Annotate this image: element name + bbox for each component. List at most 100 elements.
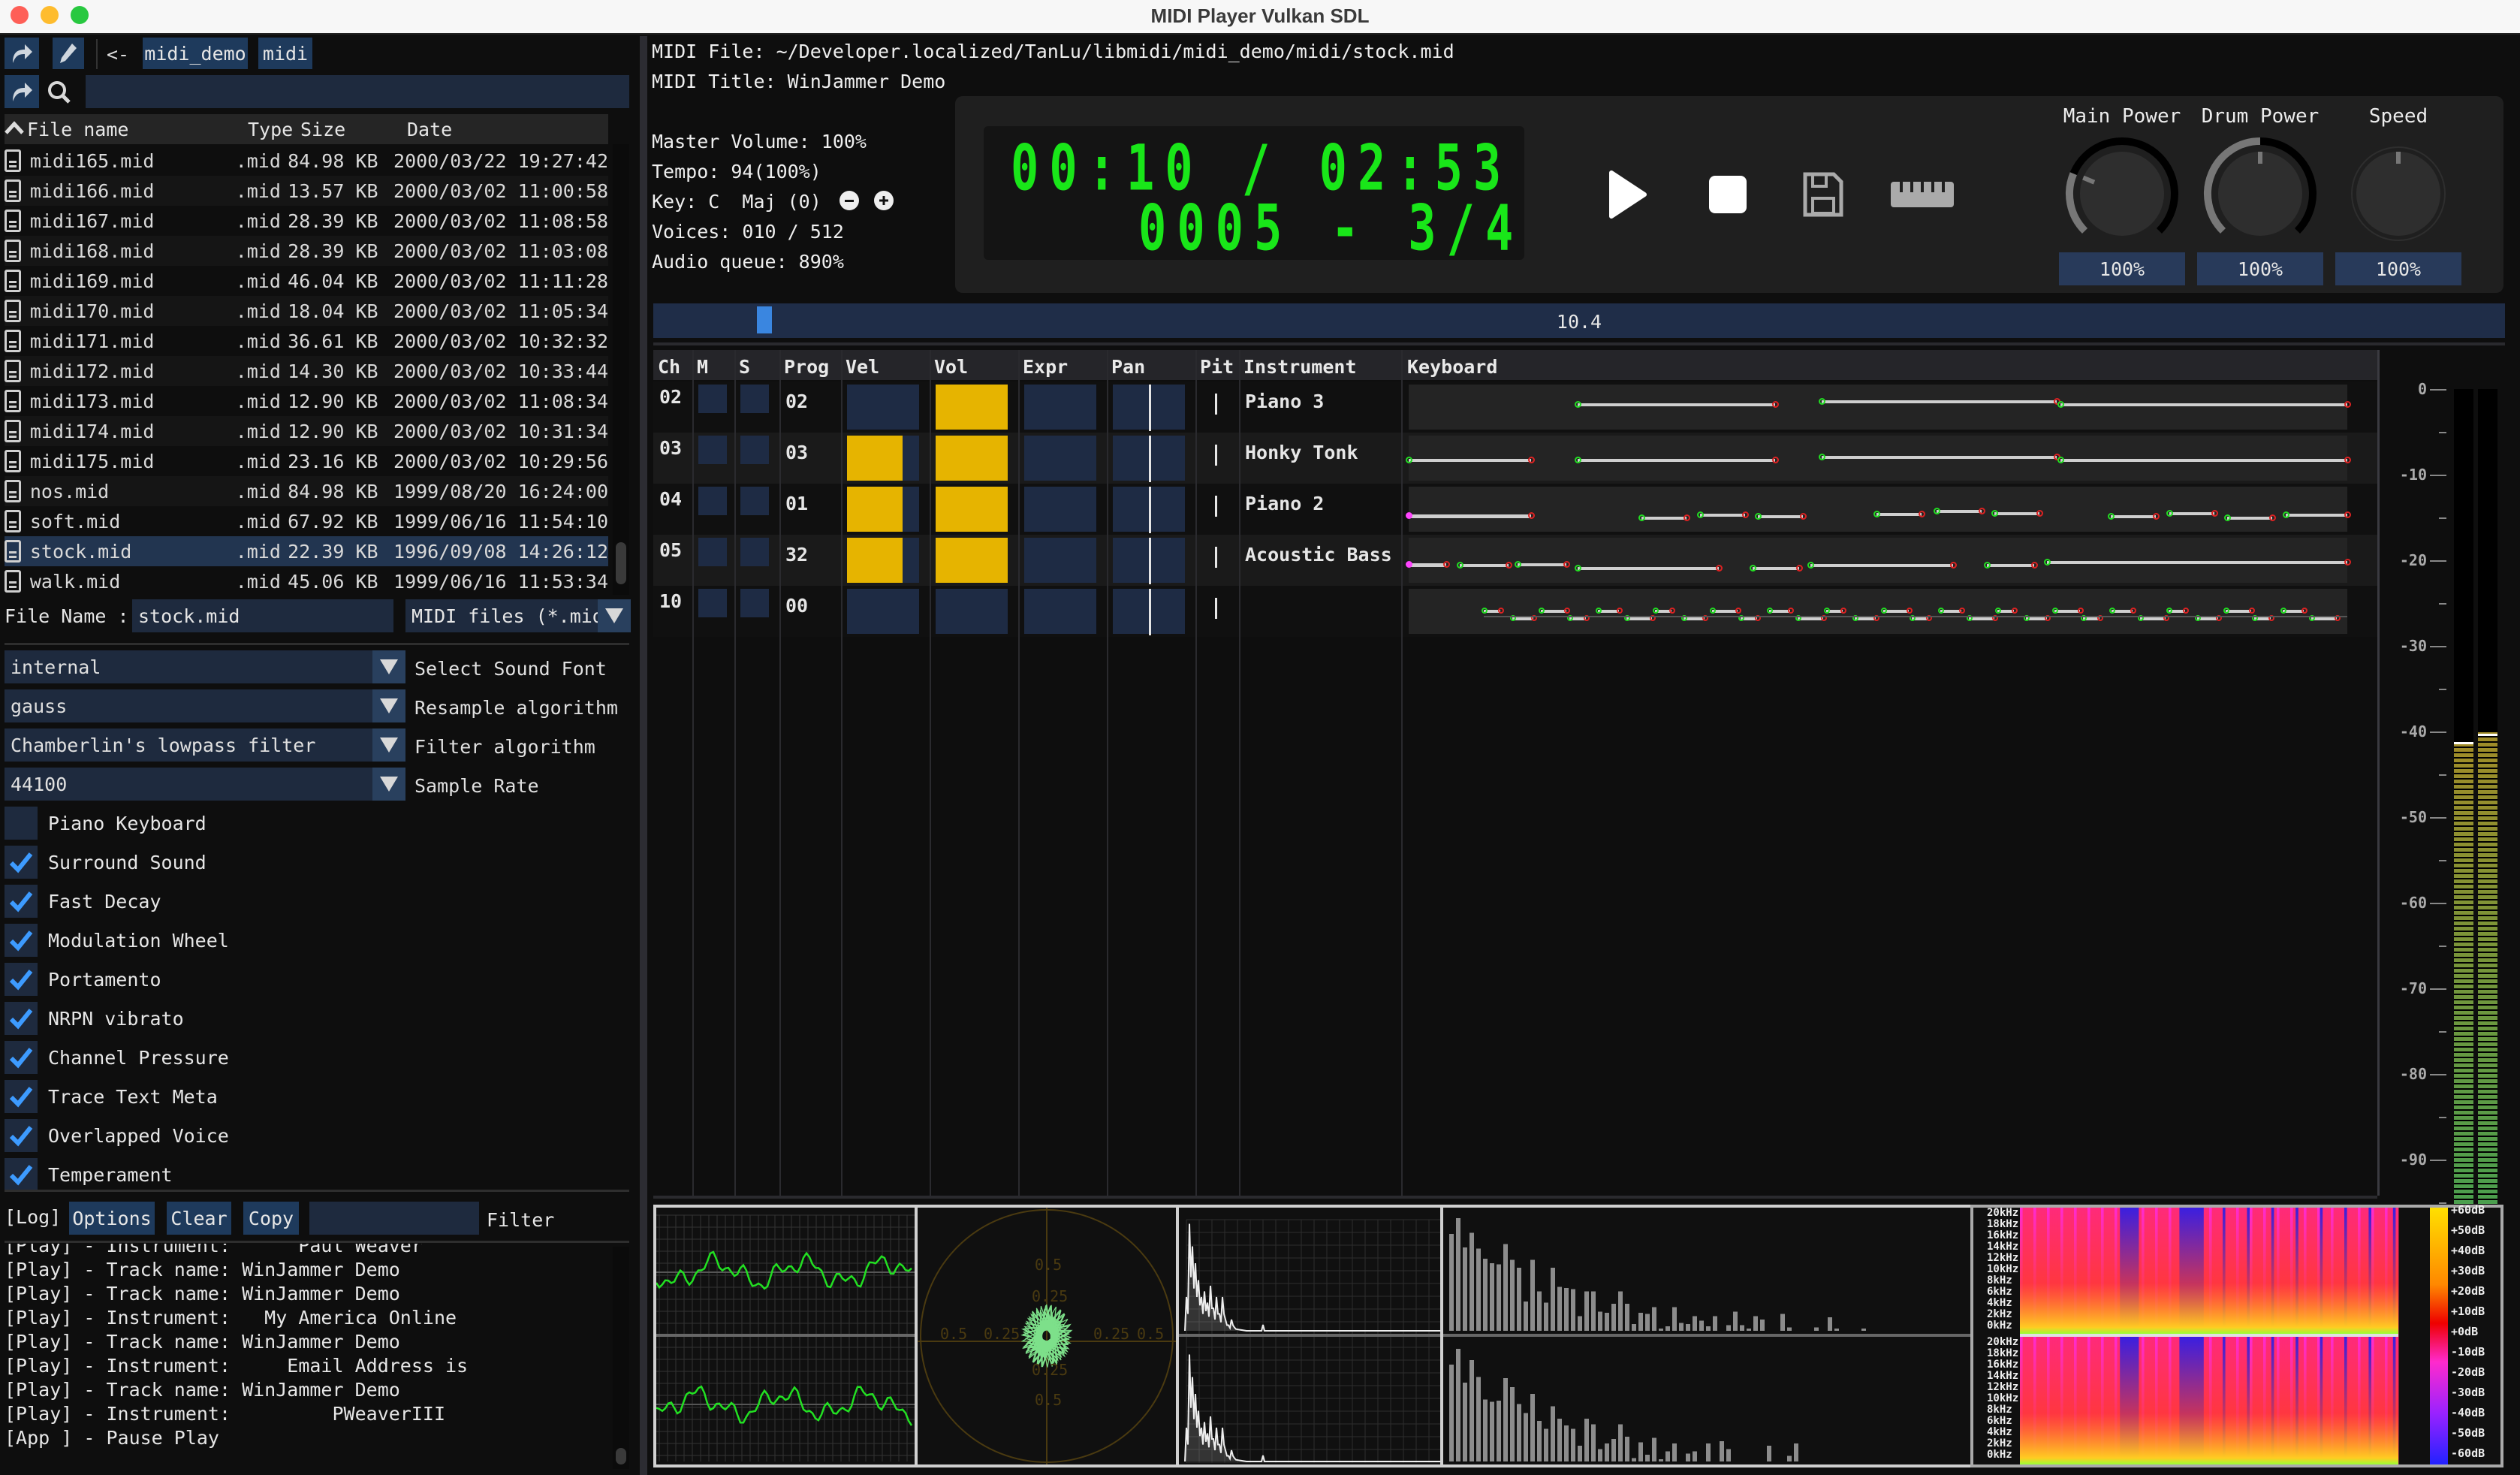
sort-ascending-icon[interactable] xyxy=(5,119,24,140)
column-separator[interactable] xyxy=(1195,350,1197,1196)
file-row[interactable]: midi169.mid .mid 46.04 KB 2000/03/02 11:… xyxy=(5,266,608,296)
column-header-file-name[interactable]: File name xyxy=(27,120,128,139)
file-row[interactable]: nos.mid .mid 84.98 KB 1999/08/20 16:24:0… xyxy=(5,476,608,506)
settings-combo[interactable]: Chamberlin's lowpass filter xyxy=(5,728,405,762)
checkbox-box[interactable] xyxy=(5,1119,38,1152)
log-options-button[interactable]: Options xyxy=(69,1202,155,1235)
mute-toggle[interactable] xyxy=(698,589,727,617)
file-row[interactable]: midi173.mid .mid 12.90 KB 2000/03/02 11:… xyxy=(5,386,608,416)
column-separator[interactable] xyxy=(779,350,781,1196)
mute-toggle[interactable] xyxy=(698,436,727,464)
solo-toggle[interactable] xyxy=(740,538,769,566)
column-separator[interactable] xyxy=(692,350,694,1196)
column-header-size[interactable]: Size xyxy=(300,120,345,139)
expression-meter[interactable] xyxy=(1024,436,1096,481)
file-list-scrollbar[interactable] xyxy=(613,144,629,595)
settings-checkbox[interactable]: Temperament xyxy=(5,1158,173,1191)
column-separator[interactable] xyxy=(930,350,931,1196)
panel-splitter[interactable] xyxy=(640,36,647,1475)
settings-checkbox[interactable]: Fast Decay xyxy=(5,885,161,918)
log-clear-button[interactable]: Clear xyxy=(167,1202,231,1235)
stop-button[interactable] xyxy=(1709,176,1747,213)
column-separator[interactable] xyxy=(1018,350,1020,1196)
path-back-button[interactable]: <- xyxy=(107,45,129,64)
settings-combo[interactable]: internal xyxy=(5,650,405,683)
settings-combo[interactable]: gauss xyxy=(5,689,405,722)
save-button[interactable] xyxy=(1802,171,1844,222)
channel-column-header[interactable]: Expr xyxy=(1023,356,1068,378)
column-separator[interactable] xyxy=(841,350,843,1196)
mute-toggle[interactable] xyxy=(698,538,727,566)
position-slider[interactable]: 10.4 xyxy=(653,303,2505,338)
column-separator[interactable] xyxy=(1107,350,1108,1196)
log-scrollbar[interactable] xyxy=(613,1247,629,1469)
channel-column-header[interactable]: Pit xyxy=(1200,356,1234,378)
checkbox-box[interactable] xyxy=(5,885,38,918)
checkbox-box[interactable] xyxy=(5,846,38,879)
key-decrease-button[interactable] xyxy=(839,191,859,210)
settings-checkbox[interactable]: Piano Keyboard xyxy=(5,807,206,840)
file-row[interactable]: midi171.mid .mid 36.61 KB 2000/03/02 10:… xyxy=(5,326,608,356)
checkbox-box[interactable] xyxy=(5,1002,38,1035)
file-filter-select[interactable]: MIDI files (*.mid xyxy=(405,599,631,632)
log-filter-input[interactable] xyxy=(309,1202,479,1235)
edit-path-button[interactable] xyxy=(53,38,84,69)
knob[interactable] xyxy=(2200,134,2320,258)
knob-dial[interactable] xyxy=(2338,134,2458,254)
file-row[interactable]: midi174.mid .mid 12.90 KB 2000/03/02 10:… xyxy=(5,416,608,446)
volume-meter[interactable] xyxy=(936,589,1008,634)
channel-column-header[interactable]: Vel xyxy=(846,356,879,378)
file-name-input[interactable]: stock.mid xyxy=(132,599,393,632)
knob-dial[interactable] xyxy=(2200,134,2320,254)
checkbox-box[interactable] xyxy=(5,807,38,840)
column-header-type[interactable]: Type xyxy=(248,120,293,139)
expression-meter[interactable] xyxy=(1024,538,1096,583)
key-increase-button[interactable] xyxy=(874,191,894,210)
settings-checkbox[interactable]: Overlapped Voice xyxy=(5,1119,229,1152)
expression-meter[interactable] xyxy=(1024,487,1096,532)
mute-toggle[interactable] xyxy=(698,385,727,413)
file-row[interactable]: midi166.mid .mid 13.57 KB 2000/03/02 11:… xyxy=(5,176,608,206)
knob-value-input[interactable]: 100% xyxy=(2197,252,2323,285)
knob[interactable] xyxy=(2338,134,2458,258)
log-scroll-thumb[interactable] xyxy=(616,1448,626,1464)
breadcrumb-midi-demo[interactable]: midi_demo xyxy=(143,38,248,69)
knob-dial[interactable] xyxy=(2062,134,2182,254)
file-row[interactable]: midi172.mid .mid 14.30 KB 2000/03/02 10:… xyxy=(5,356,608,386)
log-output[interactable]: [Play] - Instrument: Paul Weaver [Play] -… xyxy=(0,1244,613,1469)
play-button[interactable] xyxy=(1607,170,1649,224)
channel-column-header[interactable]: Ch xyxy=(658,356,680,378)
channel-column-header[interactable]: Pan xyxy=(1111,356,1145,378)
solo-toggle[interactable] xyxy=(740,589,769,617)
settings-checkbox[interactable]: Portamento xyxy=(5,963,161,996)
channel-column-header[interactable]: Vol xyxy=(934,356,968,378)
channel-column-header[interactable]: Prog xyxy=(784,356,829,378)
file-list-scroll-thumb[interactable] xyxy=(616,542,626,584)
channel-column-header[interactable]: Keyboard xyxy=(1407,356,1497,378)
column-separator[interactable] xyxy=(734,350,736,1196)
settings-checkbox[interactable]: Modulation Wheel xyxy=(5,924,229,957)
file-row[interactable]: midi168.mid .mid 28.39 KB 2000/03/02 11:… xyxy=(5,236,608,266)
column-separator[interactable] xyxy=(1401,350,1403,1196)
knob[interactable] xyxy=(2062,134,2182,258)
settings-combo[interactable]: 44100 xyxy=(5,768,405,801)
channel-column-header[interactable]: Instrument xyxy=(1243,356,1357,378)
column-separator[interactable] xyxy=(1239,350,1240,1196)
channel-column-header[interactable]: M xyxy=(697,356,708,378)
file-row[interactable]: midi165.mid .mid 84.98 KB 2000/03/22 19:… xyxy=(5,146,608,176)
checkbox-box[interactable] xyxy=(5,963,38,996)
forward-button[interactable] xyxy=(5,38,39,69)
file-row[interactable]: soft.mid .mid 67.92 KB 1999/06/16 11:54:… xyxy=(5,506,608,536)
expression-meter[interactable] xyxy=(1024,589,1096,634)
checkbox-box[interactable] xyxy=(5,924,38,957)
column-header-date[interactable]: Date xyxy=(407,120,452,139)
expression-meter[interactable] xyxy=(1024,385,1096,430)
keyboard-toggle-button[interactable] xyxy=(1891,182,1954,213)
settings-checkbox[interactable]: Trace Text Meta xyxy=(5,1080,218,1113)
file-row[interactable]: walk.mid .mid 45.06 KB 1999/06/16 11:53:… xyxy=(5,566,608,596)
mute-toggle[interactable] xyxy=(698,487,727,515)
file-row[interactable]: midi170.mid .mid 18.04 KB 2000/03/02 11:… xyxy=(5,296,608,326)
breadcrumb-midi[interactable]: midi xyxy=(258,38,312,69)
solo-toggle[interactable] xyxy=(740,385,769,413)
checkbox-box[interactable] xyxy=(5,1158,38,1191)
